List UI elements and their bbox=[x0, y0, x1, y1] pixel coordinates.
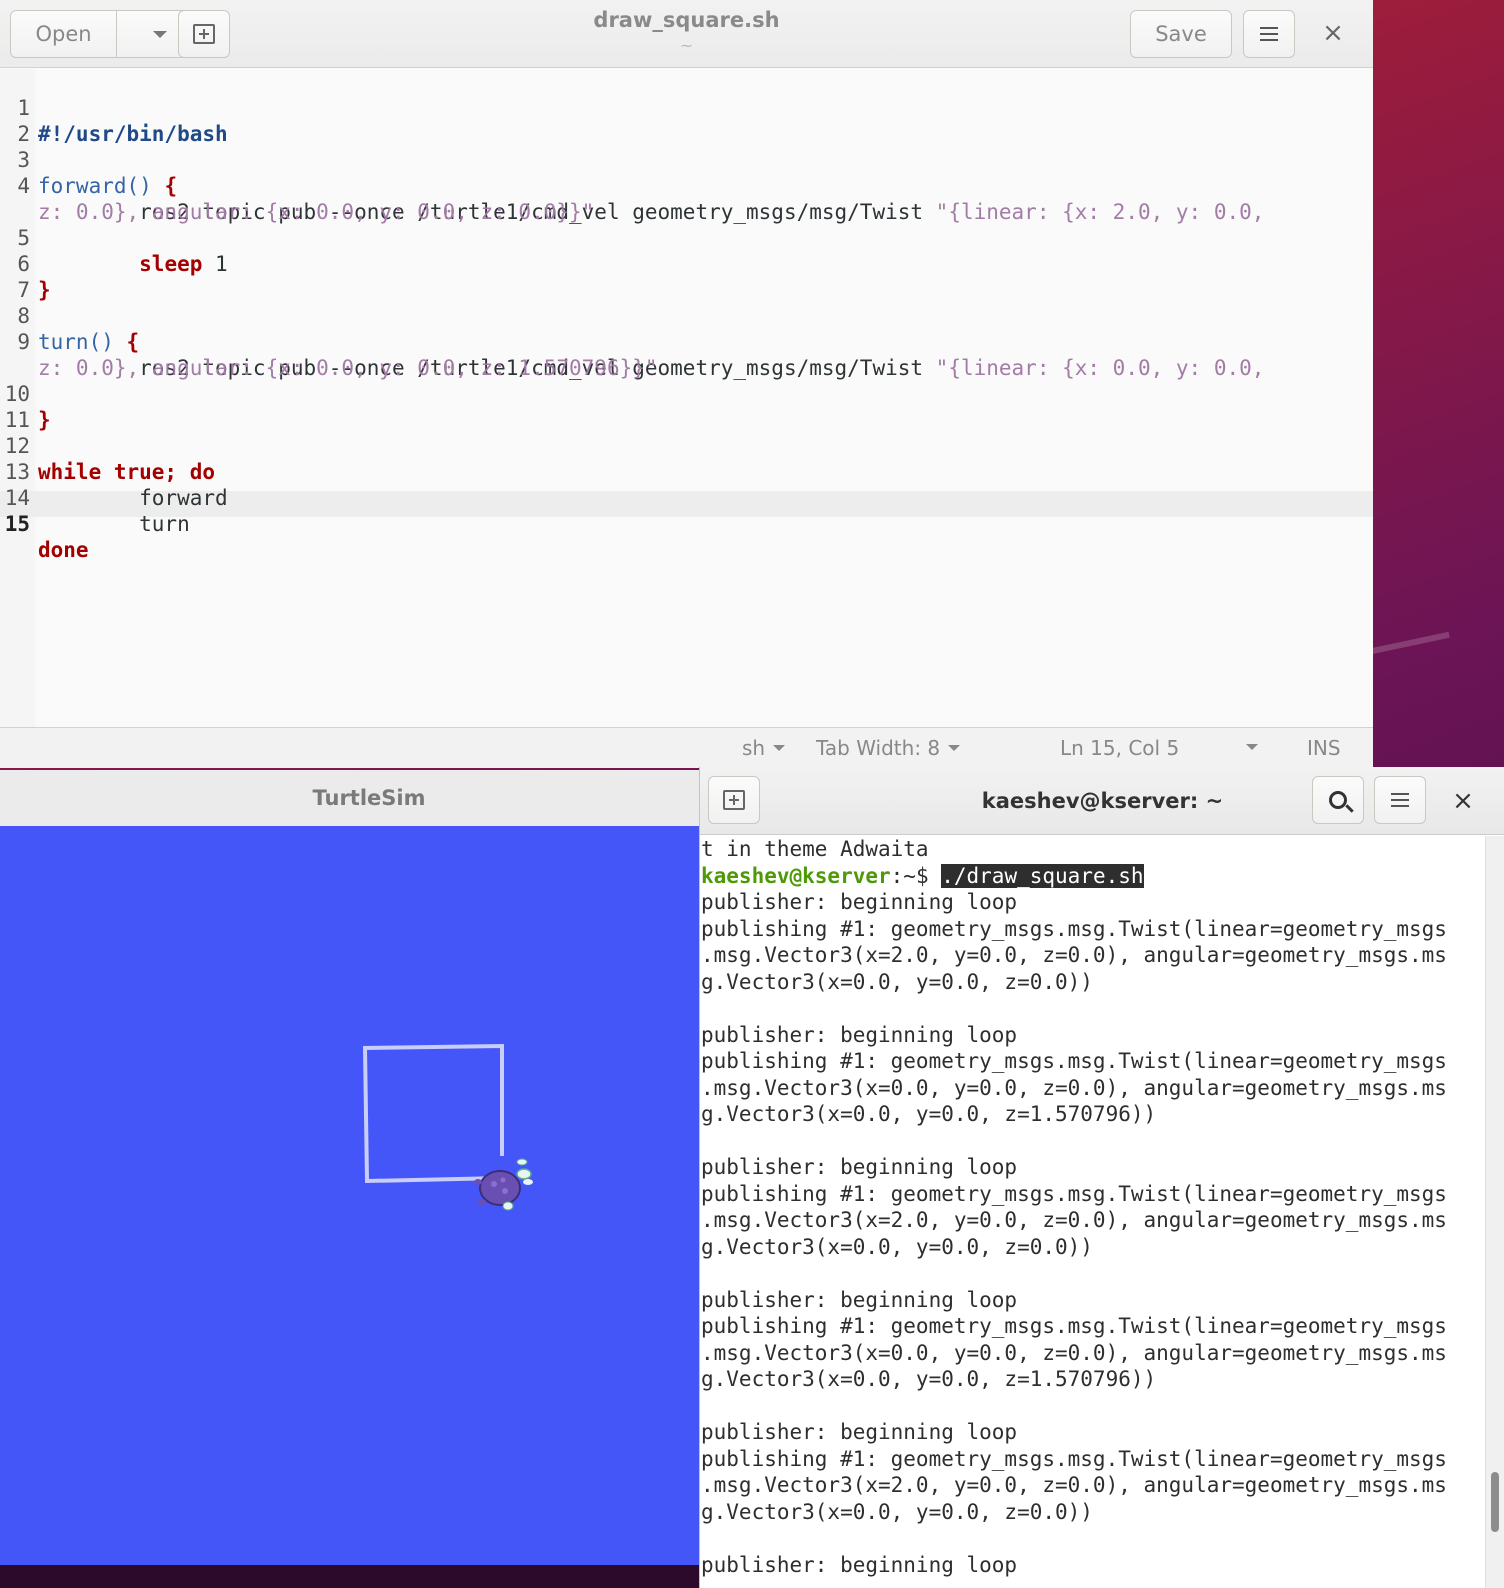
terminal-line: publisher: beginning loop bbox=[701, 890, 1018, 914]
code-editor[interactable]: 1 #!/usr/bin/bash 2 3 forward() { 4 ros2… bbox=[0, 69, 1373, 727]
save-button[interactable]: Save bbox=[1130, 10, 1232, 58]
terminal-menu-button[interactable] bbox=[1374, 776, 1426, 824]
chevron-down-icon bbox=[948, 745, 961, 751]
terminal-line: g.Vector3(x=0.0, y=0.0, z=1.570796)) bbox=[701, 1367, 1157, 1391]
chevron-down-icon bbox=[1246, 744, 1258, 750]
insert-mode-indicator[interactable]: INS bbox=[1307, 736, 1341, 760]
terminal-line: .msg.Vector3(x=2.0, y=0.0, z=0.0), angul… bbox=[701, 1473, 1447, 1497]
turtle-icon bbox=[474, 1158, 533, 1211]
position-dropdown[interactable] bbox=[1246, 744, 1258, 750]
prompt-path: :~$ bbox=[890, 863, 942, 888]
tab-width-label: Tab Width: 8 bbox=[816, 736, 941, 760]
code-line: 12 while true; do bbox=[0, 407, 1373, 484]
tab-width-selector[interactable]: Tab Width: 8 bbox=[816, 736, 961, 760]
code-line: 7 bbox=[0, 251, 1373, 302]
code-line-wrap: z: 0.0}, angular: {x: 0.0, y: 0.0, z: 1.… bbox=[0, 329, 1373, 380]
terminal-line: .msg.Vector3(x=2.0, y=0.0, z=0.0), angul… bbox=[701, 943, 1447, 967]
desktop-bottom-strip bbox=[0, 1565, 700, 1588]
code-line: 3 forward() { bbox=[0, 121, 1373, 198]
code-line-wrap: z: 0.0}, angular: {x: 0.0, y: 0.0, z: 0.… bbox=[0, 173, 1373, 224]
code-line: 4 ros2 topic pub --once /turtle1/cmd_vel… bbox=[0, 147, 1373, 224]
line-number: 15 bbox=[4, 512, 30, 536]
code-line: 10 } bbox=[0, 355, 1373, 432]
language-label: sh bbox=[742, 736, 766, 760]
terminal-line: publishing #1: geometry_msgs.msg.Twist(l… bbox=[701, 1049, 1447, 1073]
terminal-line: publishing #1: geometry_msgs.msg.Twist(l… bbox=[701, 1446, 1447, 1471]
terminal-line: publisher: beginning loop bbox=[701, 1287, 1018, 1312]
terminal-close-icon[interactable]: × bbox=[1448, 786, 1478, 816]
code-line-current: 15 done bbox=[0, 485, 1373, 562]
scrollbar-thumb[interactable] bbox=[1491, 1472, 1499, 1532]
code-line: 14 turn bbox=[0, 459, 1373, 536]
hamburger-menu-icon bbox=[1260, 27, 1278, 41]
cursor-position-label: Ln 15, Col 5 bbox=[1060, 736, 1180, 760]
turtlesim-canvas bbox=[0, 826, 700, 1568]
terminal-search-button[interactable] bbox=[1312, 776, 1364, 824]
typed-command: ./draw_square.sh bbox=[941, 863, 1144, 888]
code-line: 2 bbox=[0, 95, 1373, 146]
terminal-window: kaeshev@kserver: ~ × t in theme Adwaita … bbox=[699, 767, 1504, 1588]
turtlesim-title: TurtleSim bbox=[312, 786, 426, 810]
terminal-line: publisher: beginning loop bbox=[701, 1155, 1018, 1179]
code-line: 9 ros2 topic pub --once /turtle1/cmd_vel… bbox=[0, 303, 1373, 380]
terminal-line: .msg.Vector3(x=0.0, y=0.0, z=0.0), angul… bbox=[701, 1340, 1447, 1365]
terminal-output-lines: publisher: beginning loop publishing #1:… bbox=[700, 889, 1485, 1578]
terminal-line: g.Vector3(x=0.0, y=0.0, z=1.570796)) bbox=[701, 1102, 1157, 1126]
terminal-line: g.Vector3(x=0.0, y=0.0, z=0.0)) bbox=[701, 1499, 1093, 1524]
terminal-line: publishing #1: geometry_msgs.msg.Twist(l… bbox=[701, 1181, 1447, 1206]
prompt-user: kaeshev@kserver bbox=[701, 863, 891, 888]
terminal-scrollbar[interactable] bbox=[1485, 836, 1504, 1588]
terminal-line: .msg.Vector3(x=2.0, y=0.0, z=0.0), angul… bbox=[701, 1208, 1447, 1232]
cursor-position[interactable]: Ln 15, Col 5 bbox=[1060, 736, 1179, 760]
wallpaper-decoration bbox=[1370, 631, 1450, 655]
editor-menu-button[interactable] bbox=[1243, 10, 1295, 58]
terminal-line: .msg.Vector3(x=0.0, y=0.0, z=0.0), angul… bbox=[701, 1075, 1447, 1100]
terminal-line: g.Vector3(x=0.0, y=0.0, z=0.0)) bbox=[701, 969, 1093, 994]
terminal-prompt-line: kaeshev@kserver:~$ ./draw_square.sh bbox=[700, 863, 1485, 890]
language-selector[interactable]: sh bbox=[742, 736, 786, 760]
code-line: 1 #!/usr/bin/bash bbox=[0, 69, 1373, 146]
terminal-line: publisher: beginning loop bbox=[701, 1022, 1018, 1047]
terminal-headerbar: kaeshev@kserver: ~ × bbox=[700, 767, 1504, 835]
code-line: 8 turn() { bbox=[0, 277, 1373, 354]
terminal-line: publisher: beginning loop bbox=[701, 1420, 1018, 1444]
code-line: 13 forward bbox=[0, 433, 1373, 510]
text-editor-window: Open draw_square.sh ~ Save × 1 #!/usr/bi… bbox=[0, 0, 1373, 768]
chevron-down-icon bbox=[773, 745, 786, 751]
code-line: 5 sleep 1 bbox=[0, 199, 1373, 276]
terminal-line: publishing #1: geometry_msgs.msg.Twist(l… bbox=[701, 1314, 1447, 1338]
terminal-output[interactable]: t in theme Adwaita kaeshev@kserver:~$ ./… bbox=[700, 836, 1485, 1588]
insert-mode-label: INS bbox=[1307, 736, 1341, 760]
code-line: 6 } bbox=[0, 225, 1373, 302]
editor-headerbar: Open draw_square.sh ~ Save × bbox=[0, 0, 1373, 68]
turtlesim-window: TurtleSim bbox=[0, 770, 700, 1568]
keyword: done bbox=[38, 538, 89, 562]
editor-close-icon[interactable]: × bbox=[1318, 18, 1348, 48]
terminal-line: publisher: beginning loop bbox=[701, 1552, 1018, 1577]
terminal-line: publishing #1: geometry_msgs.msg.Twist(l… bbox=[701, 916, 1447, 941]
terminal-line: g.Vector3(x=0.0, y=0.0, z=0.0)) bbox=[701, 1234, 1093, 1259]
turtle-path bbox=[362, 1043, 504, 1184]
code-line: 11 bbox=[0, 381, 1373, 432]
search-icon bbox=[1329, 791, 1347, 809]
editor-statusbar: sh Tab Width: 8 Ln 15, Col 5 INS bbox=[0, 727, 1373, 768]
turtle-drawing bbox=[362, 1043, 533, 1211]
terminal-line: t in theme Adwaita bbox=[701, 837, 929, 861]
hamburger-menu-icon bbox=[1391, 793, 1409, 807]
